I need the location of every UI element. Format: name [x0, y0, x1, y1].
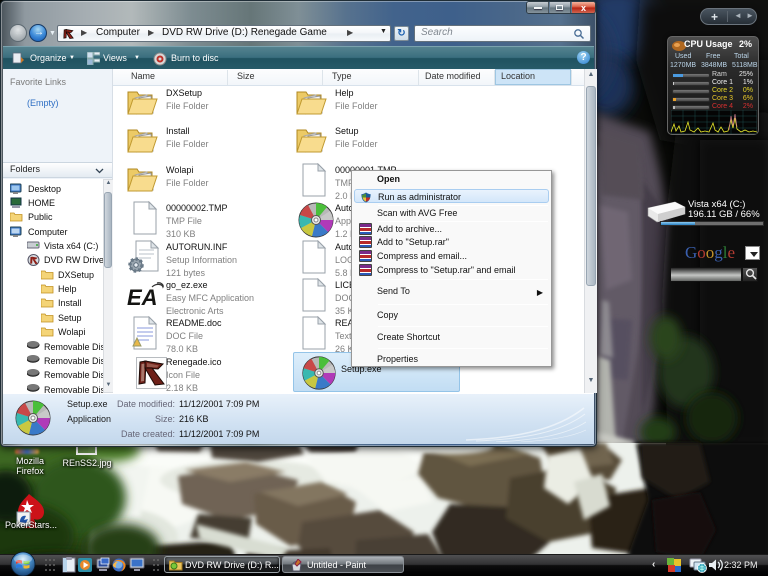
svg-text:EA: EA	[127, 285, 158, 310]
